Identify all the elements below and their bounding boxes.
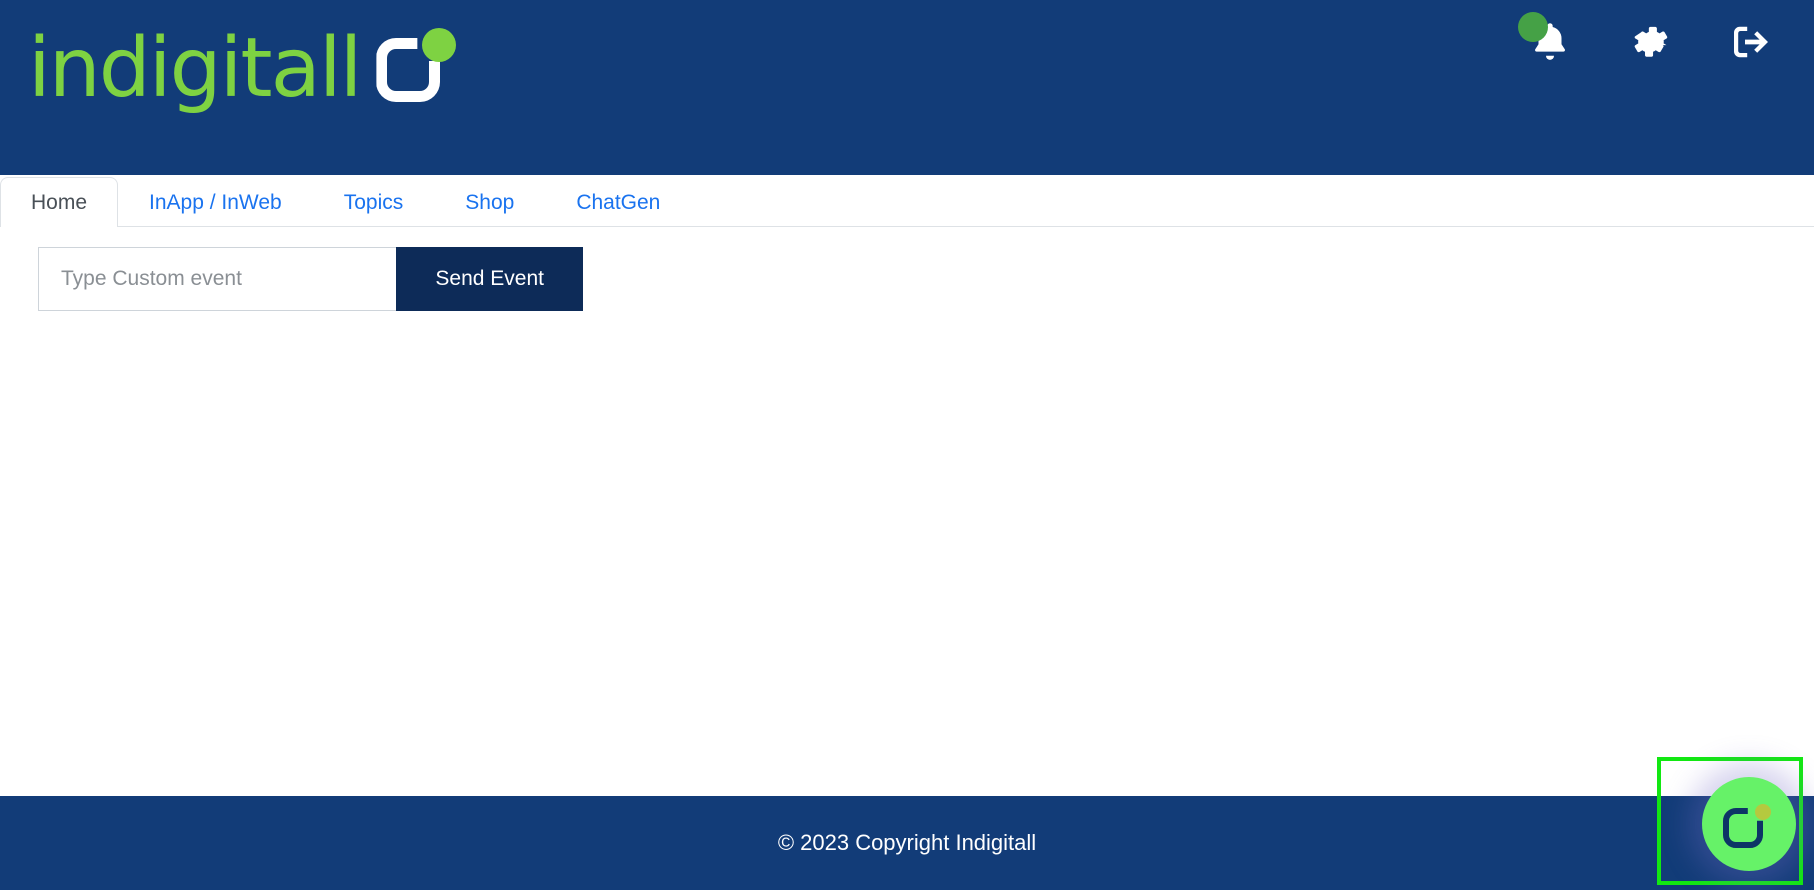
main-content: Send Event bbox=[0, 227, 1814, 796]
tab-chatgen[interactable]: ChatGen bbox=[545, 177, 691, 227]
indigitall-chat-logo-icon bbox=[1721, 798, 1777, 850]
send-event-button[interactable]: Send Event bbox=[396, 247, 583, 311]
tab-inapp-inweb[interactable]: InApp / InWeb bbox=[118, 177, 313, 227]
logo-dot-shape bbox=[422, 28, 457, 62]
gear-icon[interactable] bbox=[1622, 14, 1678, 70]
tab-shop[interactable]: Shop bbox=[434, 177, 545, 227]
logout-icon[interactable] bbox=[1722, 14, 1778, 70]
brand-wordmark: indigitall bbox=[28, 21, 362, 116]
copyright-text: © 2023 Copyright Indigitall bbox=[777, 830, 1037, 855]
indigitall-logo-mark-icon bbox=[374, 20, 460, 106]
tab-topics[interactable]: Topics bbox=[313, 177, 435, 227]
brand-logo[interactable]: indigitall bbox=[0, 0, 460, 116]
notification-badge bbox=[1518, 12, 1548, 42]
header-icon-group bbox=[1518, 0, 1814, 70]
notifications-bell-icon[interactable] bbox=[1518, 12, 1578, 70]
main-tab-bar: Home InApp / InWeb Topics Shop ChatGen bbox=[0, 175, 1814, 227]
app-header: indigitall bbox=[0, 0, 1814, 175]
custom-event-input-group: Send Event bbox=[38, 247, 583, 311]
app-footer: © 2023 Copyright Indigitall bbox=[0, 796, 1814, 890]
chat-logo-dot-shape bbox=[1755, 804, 1771, 820]
app-page: indigitall Home InApp / InWeb Topics Sho… bbox=[0, 0, 1814, 890]
custom-event-input[interactable] bbox=[38, 247, 397, 311]
chatgen-launcher-button[interactable] bbox=[1702, 777, 1796, 871]
tab-home[interactable]: Home bbox=[0, 177, 119, 227]
